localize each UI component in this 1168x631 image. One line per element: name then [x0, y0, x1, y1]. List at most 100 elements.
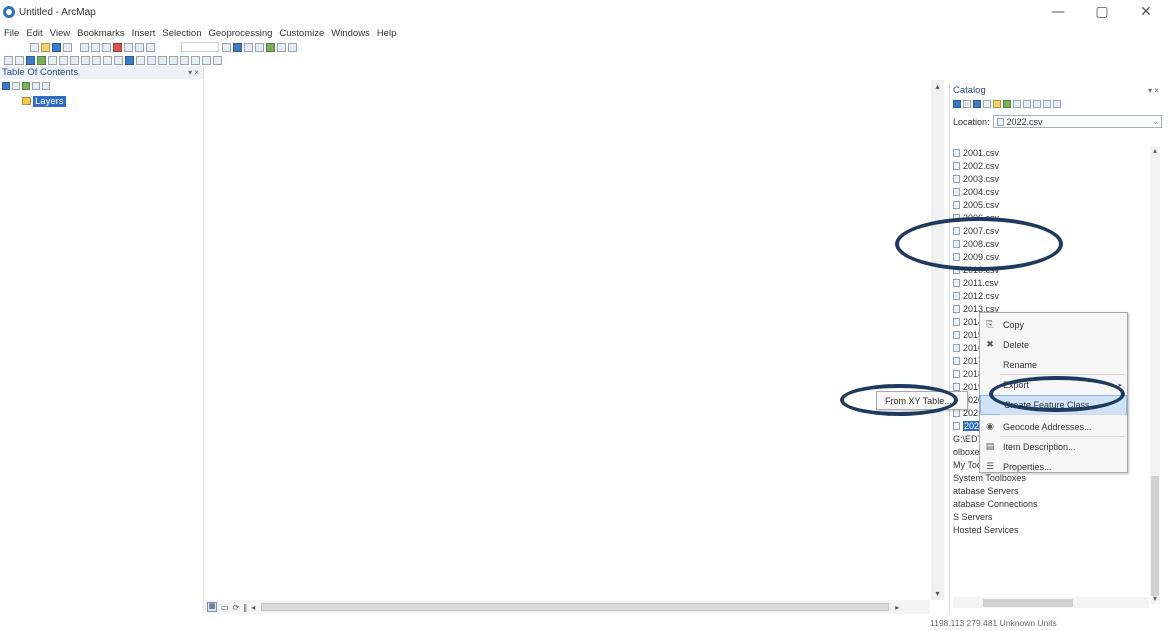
create-viewer-icon[interactable] [213, 55, 222, 65]
catalog-hscroll-thumb[interactable] [983, 598, 1073, 607]
catalog-item[interactable]: 2002.csv [953, 159, 1148, 172]
full-extent-icon[interactable] [37, 55, 46, 65]
menu-view[interactable]: View [50, 28, 70, 39]
editor-icon[interactable] [222, 42, 231, 52]
catalog-item[interactable]: atabase Servers [953, 484, 1148, 497]
undo-icon[interactable] [124, 42, 133, 52]
maximize-button[interactable]: ▢ [1080, 0, 1124, 24]
close-button[interactable]: ✕ [1124, 0, 1168, 24]
zoom-in-icon[interactable] [4, 55, 13, 65]
catalog-vertical-scrollbar[interactable]: ▴ ▾ [1150, 146, 1160, 604]
select-features-icon[interactable] [92, 55, 101, 65]
sync-icon[interactable] [1033, 100, 1041, 108]
catalog-item[interactable]: 2004.csv [953, 185, 1148, 198]
catalog-scroll-up-icon[interactable]: ▴ [1150, 146, 1160, 156]
scroll-down-icon[interactable]: ▾ [933, 589, 942, 598]
context-menu-item[interactable]: Rename [980, 355, 1127, 375]
menu-bookmarks[interactable]: Bookmarks [77, 28, 125, 39]
catalog-item[interactable]: 2010.csv [953, 263, 1148, 276]
location-input[interactable]: 2022.csv ⌄ [992, 115, 1162, 128]
catalog-window-icon[interactable] [244, 42, 253, 52]
context-menu-item[interactable]: ◉ Geocode Addresses... [980, 417, 1127, 437]
menu-customize[interactable]: Customize [279, 28, 324, 39]
select-elements-icon[interactable] [114, 55, 123, 65]
scroll-right-icon[interactable]: ▸ [895, 603, 899, 612]
catalog-scroll-thumb[interactable] [1151, 476, 1159, 596]
catalog-item[interactable]: 2012.csv [953, 289, 1148, 302]
forward-extent-icon[interactable] [81, 55, 90, 65]
refresh-icon[interactable]: ⟳ [233, 603, 240, 612]
find-route-icon[interactable] [180, 55, 189, 65]
submenu-from-xy-table[interactable]: From XY Table... [876, 391, 968, 410]
up-one-level-icon[interactable] [973, 100, 981, 108]
data-view-button[interactable]: ▦ [207, 602, 217, 612]
open-icon[interactable] [41, 42, 50, 52]
back-extent-icon[interactable] [70, 55, 79, 65]
home-icon[interactable] [983, 100, 991, 108]
hide-tree-icon[interactable] [1053, 100, 1061, 108]
print-icon[interactable] [63, 42, 72, 52]
catalog-item[interactable]: S Servers [953, 510, 1148, 523]
catalog-item[interactable]: 2003.csv [953, 172, 1148, 185]
time-slider-icon[interactable] [202, 55, 211, 65]
arctoolbox-icon[interactable] [266, 42, 275, 52]
go-to-xy-icon[interactable] [191, 55, 200, 65]
menu-insert[interactable]: Insert [132, 28, 156, 39]
html-popup-icon[interactable] [147, 55, 156, 65]
menu-file[interactable]: File [4, 28, 19, 39]
minimize-button[interactable]: — [1036, 0, 1080, 24]
context-menu-item[interactable]: Export ▸ [980, 375, 1127, 395]
catalog-item[interactable]: 2007.csv [953, 224, 1148, 237]
delete-toolbar-icon[interactable] [113, 42, 122, 52]
catalog-item[interactable]: Hosted Services [953, 523, 1148, 536]
options-icon[interactable] [1023, 100, 1031, 108]
python-icon[interactable] [277, 42, 286, 52]
new-document-icon[interactable] [30, 42, 39, 52]
menu-edit[interactable]: Edit [26, 28, 42, 39]
catalog-item[interactable]: 2005.csv [953, 198, 1148, 211]
identify-icon[interactable] [125, 55, 134, 65]
catalog-pin-icon[interactable]: ▾ × [1148, 86, 1159, 95]
connect-folder-icon[interactable] [993, 100, 1001, 108]
context-menu-item[interactable]: ✖ Delete [980, 335, 1127, 355]
map-view[interactable] [205, 66, 930, 600]
catalog-item[interactable]: atabase Connections [953, 497, 1148, 510]
measure-icon[interactable] [158, 55, 167, 65]
zoom-out-icon[interactable] [15, 55, 24, 65]
paste-icon[interactable] [102, 42, 111, 52]
copy-toolbar-icon[interactable] [91, 42, 100, 52]
toggle-contents-icon[interactable] [1003, 100, 1011, 108]
context-menu-item[interactable]: ☰ Properties... [980, 457, 1127, 477]
catalog-item[interactable]: 2011.csv [953, 276, 1148, 289]
modelbuilder-icon[interactable] [288, 42, 297, 52]
save-icon[interactable] [52, 42, 61, 52]
catalog-item[interactable]: 2006.csv [953, 211, 1148, 224]
menu-geoprocessing[interactable]: Geoprocessing [208, 28, 272, 39]
search-window-icon[interactable] [255, 42, 264, 52]
pause-drawing-icon[interactable]: ‖ [243, 603, 247, 612]
context-menu-item[interactable]: ▤ Item Description... [980, 437, 1127, 457]
list-by-source-icon[interactable] [12, 81, 20, 90]
catalog-scroll-down-icon[interactable]: ▾ [1150, 594, 1160, 604]
views-icon[interactable] [1013, 100, 1021, 108]
chevron-down-icon[interactable]: ⌄ [1152, 117, 1159, 126]
list-by-visibility-icon[interactable] [22, 81, 30, 90]
fixed-zoom-out-icon[interactable] [59, 55, 68, 65]
menu-windows[interactable]: Windows [331, 28, 370, 39]
table-of-contents-icon[interactable] [233, 42, 242, 52]
find-icon[interactable] [169, 55, 178, 65]
fixed-zoom-in-icon[interactable] [48, 55, 57, 65]
menu-help[interactable]: Help [377, 28, 397, 39]
layers-node[interactable]: Layers [22, 95, 203, 107]
scroll-up-icon[interactable]: ▴ [933, 82, 942, 91]
add-data-icon[interactable] [146, 42, 155, 52]
context-menu-item[interactable]: Create Feature Class [980, 395, 1127, 415]
toc-options-icon[interactable] [42, 81, 50, 90]
layout-view-button[interactable]: ▭ [221, 603, 229, 612]
search-icon[interactable] [1043, 100, 1051, 108]
list-by-selection-icon[interactable] [32, 81, 40, 90]
pan-icon[interactable] [26, 55, 35, 65]
list-by-drawing-order-icon[interactable] [2, 81, 10, 90]
map-vertical-scrollbar[interactable]: ▴ ▾ [931, 80, 944, 600]
back-icon[interactable] [953, 100, 961, 108]
